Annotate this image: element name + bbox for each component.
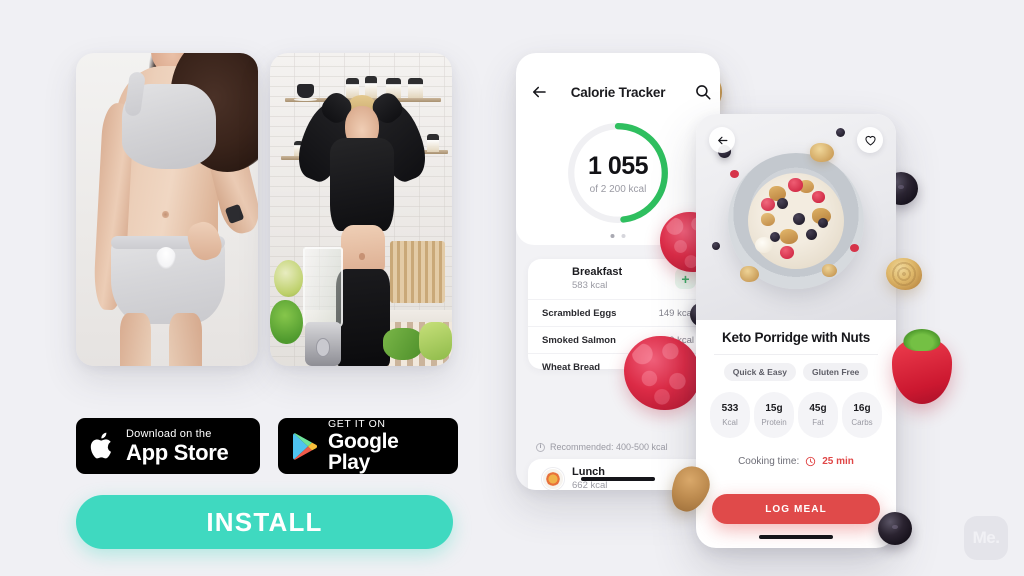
macro-value: 533 bbox=[721, 403, 739, 414]
info-icon: i bbox=[536, 442, 545, 452]
food-name: Scrambled Eggs bbox=[542, 307, 617, 319]
heart-icon bbox=[864, 135, 876, 145]
strawberry-decor bbox=[892, 328, 952, 404]
macro-fat: 45g Fat bbox=[798, 392, 838, 438]
lunch-kcal: 662 kcal bbox=[572, 479, 608, 490]
carousel-pager[interactable] bbox=[610, 234, 626, 238]
add-food-button[interactable]: + bbox=[675, 268, 696, 289]
breakfast-header[interactable]: Breakfast 583 kcal + bbox=[528, 259, 708, 299]
pager-dot-1[interactable] bbox=[610, 234, 615, 238]
watermark-logo: Me. bbox=[964, 516, 1008, 560]
google-play-big-label: Google Play bbox=[328, 430, 399, 475]
page-title: Calorie Tracker bbox=[570, 84, 666, 100]
food-name: Smoked Salmon bbox=[542, 334, 616, 346]
recipe-title: Keto Porridge with Nuts bbox=[721, 330, 870, 345]
food-name: Wheat Bread bbox=[542, 361, 601, 373]
clock-icon bbox=[806, 456, 816, 467]
tracker-top-bar: Calorie Tracker bbox=[516, 81, 720, 103]
macro-label: Kcal bbox=[722, 418, 738, 427]
macro-value: 15g bbox=[765, 403, 783, 414]
breakfast-title: Breakfast bbox=[572, 265, 623, 278]
calorie-progress-ring: 1 055 of 2 200 kcal bbox=[564, 119, 672, 227]
tag-quick-easy[interactable]: Quick & Easy bbox=[723, 363, 797, 381]
recipe-photo bbox=[696, 114, 896, 320]
recipe-detail-screen: Keto Porridge with Nuts Quick & Easy Glu… bbox=[696, 114, 896, 548]
recommended-text: Recommended: 400-500 kcal bbox=[550, 442, 668, 452]
home-indicator bbox=[759, 535, 833, 539]
install-button[interactable]: INSTALL bbox=[76, 495, 453, 549]
food-kcal: 160 kcal bbox=[658, 334, 694, 346]
search-icon[interactable] bbox=[694, 83, 712, 101]
macro-value: 45g bbox=[809, 403, 827, 414]
macro-value: 16g bbox=[853, 403, 871, 414]
macro-carbs: 16g Carbs bbox=[842, 392, 882, 438]
cooking-time-value: 25 min bbox=[822, 456, 854, 467]
log-meal-button[interactable]: LOG MEAL bbox=[712, 494, 880, 524]
apple-icon bbox=[90, 432, 112, 459]
fitness-body-photo bbox=[76, 53, 258, 366]
breakfast-card: Breakfast 583 kcal + Scrambled Eggs 149 … bbox=[528, 259, 708, 373]
recommended-note: i Recommended: 400-500 kcal bbox=[536, 442, 668, 452]
google-play-icon bbox=[293, 432, 318, 460]
divider bbox=[714, 354, 878, 355]
table-row[interactable]: Smoked Salmon 160 kcal bbox=[528, 326, 708, 353]
app-store-small-label: Download on the bbox=[126, 427, 212, 440]
macro-label: Carbs bbox=[851, 418, 873, 427]
calories-consumed-value: 1 055 bbox=[587, 151, 649, 180]
lunch-card: Lunch 662 kcal Quinoa with Greens 662 kc… bbox=[528, 459, 708, 490]
recipe-tags: Quick & Easy Gluten Free bbox=[696, 363, 896, 381]
store-badges: Download on the App Store GET IT ON Goog… bbox=[76, 418, 458, 474]
arrow-left-icon bbox=[717, 136, 727, 144]
macro-protein: 15g Protein bbox=[754, 392, 794, 438]
calories-goal-label: of 2 200 kcal bbox=[589, 183, 647, 195]
table-row[interactable]: Wheat Bread 274 kcal bbox=[528, 353, 708, 380]
macro-label: Fat bbox=[812, 418, 824, 427]
cooking-time: Cooking time: 25 min bbox=[696, 456, 896, 467]
calorie-summary-card: Calorie Tracker 1 055 of 2 200 kcal bbox=[516, 53, 720, 245]
favorite-button[interactable] bbox=[857, 127, 883, 153]
cooking-time-label: Cooking time: bbox=[738, 456, 800, 467]
macro-label: Protein bbox=[761, 418, 787, 427]
tag-gluten-free[interactable]: Gluten Free bbox=[803, 363, 869, 381]
food-kcal: 149 kcal bbox=[658, 307, 694, 319]
lunch-header[interactable]: Lunch 662 kcal bbox=[528, 459, 708, 490]
app-store-badge[interactable]: Download on the App Store bbox=[76, 418, 260, 474]
home-indicator bbox=[581, 477, 655, 481]
pager-dot-2[interactable] bbox=[621, 234, 626, 238]
calorie-tracker-screen: Calorie Tracker 1 055 of 2 200 kcal Brea… bbox=[516, 53, 720, 490]
macro-nutrients: 533 Kcal 15g Protein 45g Fat 16g Carbs bbox=[710, 392, 882, 438]
google-play-small-label: GET IT ON bbox=[328, 417, 386, 430]
breakfast-kcal: 583 kcal bbox=[572, 279, 608, 291]
lunch-thumbnail bbox=[542, 468, 564, 490]
table-row[interactable]: Scrambled Eggs 149 kcal bbox=[528, 299, 708, 326]
app-store-big-label: App Store bbox=[126, 439, 229, 465]
food-kcal: 274 kcal bbox=[658, 361, 694, 373]
kitchen-fitness-photo bbox=[270, 53, 452, 366]
promo-canvas: Download on the App Store GET IT ON Goog… bbox=[0, 0, 1024, 576]
recipe-back-button[interactable] bbox=[709, 127, 735, 153]
google-play-badge[interactable]: GET IT ON Google Play bbox=[278, 418, 458, 474]
macro-kcal: 533 Kcal bbox=[710, 392, 750, 438]
